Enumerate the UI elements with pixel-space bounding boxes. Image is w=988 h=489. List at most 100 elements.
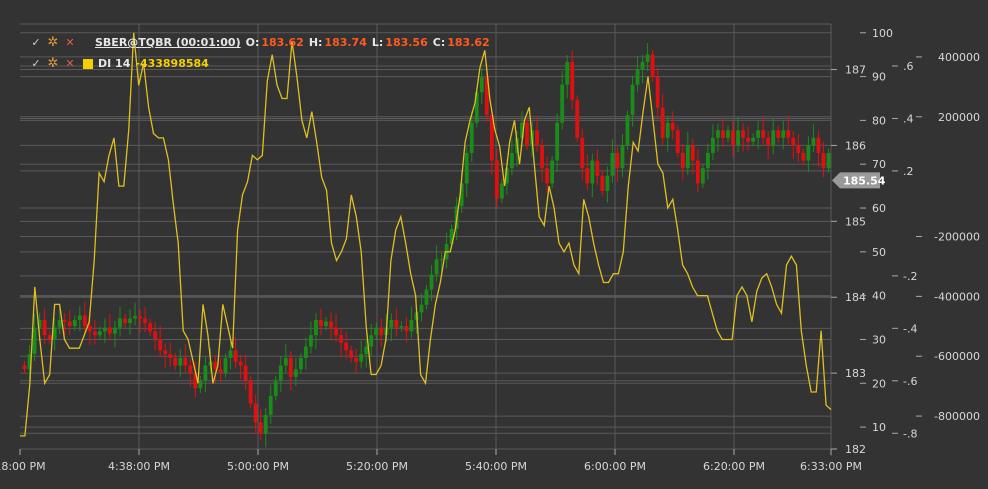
candle-body <box>163 350 168 355</box>
candle-body <box>97 331 102 336</box>
candle-body <box>374 327 379 336</box>
candle-body <box>786 130 791 138</box>
percent-axis-label: 50 <box>872 246 886 259</box>
candle-body <box>540 145 544 169</box>
close-icon[interactable]: ✕ <box>64 57 76 70</box>
candle-body <box>248 380 253 404</box>
current-price-label: 185.54 <box>843 174 886 187</box>
candle-body <box>118 318 122 328</box>
percent-axis-label: 70 <box>872 158 886 171</box>
legend-row-indicator: ✓ ✲ ✕ DI 14 -433898584 <box>30 53 495 74</box>
candle-body <box>680 153 685 169</box>
candle-body <box>700 168 705 184</box>
candle-body <box>359 354 364 362</box>
candle-body <box>223 357 228 374</box>
candle-body <box>620 145 625 169</box>
candle-body <box>238 361 243 366</box>
candle-body <box>394 319 399 328</box>
price-axis-label: 182 <box>845 443 866 456</box>
high-label: H: <box>308 36 323 49</box>
volume-axis-label: 400000 <box>938 51 980 64</box>
x-axis-tick-label: 5:20:00 PM <box>346 460 408 473</box>
candle-body <box>741 130 745 138</box>
candle-body <box>499 183 504 199</box>
candle-body <box>821 153 826 169</box>
high-value: 183.74 <box>324 36 367 49</box>
instrument-name[interactable]: SBER@TQBR (00:01:00) <box>95 36 241 49</box>
candle-body <box>665 122 670 138</box>
candle-body <box>344 342 349 351</box>
candle-body <box>173 357 178 366</box>
decimal-axis-label: .6 <box>903 60 914 73</box>
percent-axis-label: 80 <box>872 114 886 127</box>
candle-body <box>479 77 484 93</box>
candle-body <box>439 259 444 261</box>
price-axis-label: 184 <box>845 291 866 304</box>
decimal-axis-label: -.8 <box>903 427 917 440</box>
candle-body <box>580 137 585 169</box>
candle-body <box>525 122 529 146</box>
candle-body <box>298 357 303 370</box>
checkmark-icon[interactable]: ✓ <box>30 57 42 70</box>
candle-body <box>168 354 173 358</box>
candle-body <box>655 77 660 108</box>
close-value: 183.62 <box>447 36 490 49</box>
x-axis-tick-label: 5:00:00 PM <box>227 460 289 473</box>
checkmark-icon[interactable]: ✓ <box>30 36 42 49</box>
candle-body <box>695 160 700 184</box>
x-axis-tick-label: 18:00 PM <box>0 460 46 473</box>
candle-body <box>746 137 750 142</box>
candle-body <box>399 326 404 328</box>
candle-body <box>751 137 756 142</box>
candle-body <box>123 318 127 324</box>
candle-body <box>283 357 288 366</box>
candle-body <box>293 369 298 377</box>
candle-body <box>771 130 776 146</box>
candle-body <box>570 61 575 100</box>
candle-body <box>203 365 208 381</box>
volume-axis-label: 200000 <box>938 111 980 124</box>
current-price-marker: 185.54 <box>832 172 886 189</box>
x-axis-tick-label: 4:38:00 PM <box>108 460 170 473</box>
x-axis-tick-label: 6:33:00 PM <box>800 460 862 473</box>
candle-body <box>731 130 735 146</box>
candle-body <box>811 137 816 146</box>
candle-body <box>600 175 605 191</box>
di-indicator-line <box>20 32 832 437</box>
candle-body <box>560 84 565 123</box>
price-axis-label: 185 <box>845 215 866 228</box>
gear-icon[interactable]: ✲ <box>47 56 59 71</box>
candle-body <box>419 304 424 313</box>
decimal-axis-label: .4 <box>903 112 914 125</box>
candle-body <box>218 369 223 374</box>
candle-body <box>409 319 414 332</box>
percent-axis-label: 20 <box>872 377 886 390</box>
candle-body <box>138 316 142 319</box>
candle-body <box>610 153 615 176</box>
candle-body <box>77 315 82 320</box>
legend-row-instrument: ✓ ✲ ✕ SBER@TQBR (00:01:00) O: 183.62 H: … <box>30 32 495 53</box>
candle-body <box>816 137 821 154</box>
candle-body <box>716 130 720 138</box>
close-icon[interactable]: ✕ <box>64 36 76 49</box>
candle-body <box>670 122 675 131</box>
candle-body <box>434 259 439 275</box>
color-square-icon[interactable] <box>83 58 93 69</box>
percent-axis-label: 90 <box>872 71 886 84</box>
candle-body <box>47 335 52 339</box>
candle-body <box>550 160 555 184</box>
candle-body <box>555 122 560 161</box>
candle-body <box>605 175 610 191</box>
decimal-axis-label: -.6 <box>903 375 917 388</box>
candle-body <box>263 414 268 434</box>
gear-icon[interactable]: ✲ <box>47 35 59 50</box>
candle-body <box>92 331 97 336</box>
candle-body <box>721 130 725 138</box>
candle-body <box>143 318 148 324</box>
low-value: 183.56 <box>385 36 428 49</box>
low-label: L: <box>371 36 384 49</box>
price-axis-label: 187 <box>845 64 866 77</box>
indicator-name[interactable]: DI 14 <box>98 57 130 70</box>
percent-axis-label: 30 <box>872 333 886 346</box>
candle-body <box>288 357 293 377</box>
